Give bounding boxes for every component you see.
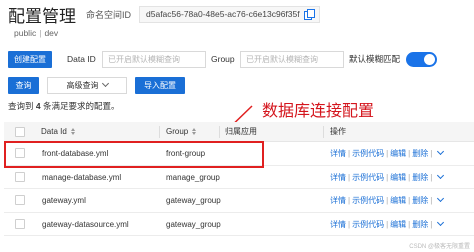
breadcrumb-separator: | — [39, 28, 42, 38]
cell-operations: 详情 | 示例代码 | 编辑 | 删除 | — [330, 213, 445, 236]
copy-icon[interactable] — [303, 9, 315, 20]
sample-code-link[interactable]: 示例代码 — [352, 196, 384, 205]
edit-link[interactable]: 编辑 — [390, 173, 406, 182]
column-header-group[interactable]: Group — [166, 122, 197, 142]
sort-icon[interactable] — [70, 128, 76, 135]
cell-data-id: manage-database.yml — [42, 172, 122, 182]
breadcrumb-item-dev[interactable]: dev — [44, 28, 58, 38]
more-chevron-down-icon[interactable] — [437, 194, 445, 203]
namespace-id: d5afac56-78a0-48e5-ac76-c6e13c96f35f — [146, 8, 300, 19]
column-divider — [159, 126, 160, 138]
chevron-down-icon — [101, 79, 109, 88]
title-bar: 配置管理 命名空间ID d5afac56-78a0-48e5-ac76-c6e1… — [8, 4, 320, 26]
table-header: Data Id Group 归属应用 操作 — [4, 122, 474, 142]
op-separator: | — [408, 196, 411, 205]
more-chevron-down-icon[interactable] — [437, 218, 445, 226]
cell-operations: 详情 | 示例代码 | 编辑 | 删除 | — [330, 189, 445, 212]
more-chevron-down-icon[interactable] — [437, 171, 445, 179]
detail-link[interactable]: 详情 — [330, 196, 346, 205]
table-row: manage-database.yml manage_group 详情 | 示例代码… — [4, 166, 474, 189]
op-separator: | — [408, 219, 411, 229]
create-config-button[interactable]: 创建配置 — [8, 51, 52, 68]
edit-link[interactable]: 编辑 — [390, 149, 406, 158]
sort-icon[interactable] — [192, 128, 197, 135]
annotation-highlight-box — [4, 141, 264, 168]
cell-data-id: gateway.yml — [42, 196, 86, 205]
advanced-query-label: 高级查询 — [66, 81, 99, 90]
cell-group: gateway_group — [166, 219, 221, 229]
column-divider — [323, 126, 324, 138]
result-count: 4 — [35, 101, 41, 111]
group-input[interactable]: 已开启默认模糊查询 — [240, 51, 344, 68]
op-separator: | — [348, 172, 351, 182]
namespace-label: 命名空间ID — [86, 9, 132, 20]
column-header-app: 归属应用 — [225, 127, 257, 136]
op-separator: | — [386, 149, 389, 158]
breadcrumb-item-public[interactable]: public — [14, 28, 36, 38]
detail-link[interactable]: 详情 — [330, 149, 346, 158]
op-separator: | — [386, 219, 389, 229]
select-all-checkbox[interactable] — [15, 127, 25, 137]
fuzzy-match-toggle[interactable] — [406, 52, 437, 67]
watermark: CSDN @极客无限重置 — [409, 244, 470, 250]
import-config-button[interactable]: 导入配置 — [135, 77, 185, 94]
sample-code-link[interactable]: 示例代码 — [352, 220, 384, 229]
column-header-label: Group — [166, 127, 189, 136]
delete-link[interactable]: 删除 — [412, 173, 428, 182]
op-separator: | — [408, 172, 411, 182]
cell-group: gateway_group — [166, 196, 221, 205]
column-divider — [219, 126, 220, 138]
advanced-query-dropdown[interactable]: 高级查询 — [47, 77, 127, 94]
delete-link[interactable]: 删除 — [412, 149, 428, 158]
column-header-label: Data Id — [41, 127, 67, 136]
detail-link[interactable]: 详情 — [330, 173, 346, 182]
op-separator: | — [348, 196, 351, 205]
column-header-data-id[interactable]: Data Id — [41, 122, 76, 142]
namespace-id-box: d5afac56-78a0-48e5-ac76-c6e13c96f35f — [139, 5, 320, 23]
action-bar: 查询 高级查询 导入配置 — [8, 77, 308, 94]
cell-operations: 详情 | 示例代码 | 编辑 | 删除 | — [330, 166, 445, 189]
config-table: Data Id Group 归属应用 操作 front-database.yml… — [4, 122, 474, 236]
result-suffix: 条满足要求的配置。 — [43, 101, 120, 111]
sample-code-link[interactable]: 示例代码 — [352, 149, 384, 158]
op-separator: | — [348, 219, 351, 229]
row-checkbox[interactable] — [15, 171, 25, 182]
op-separator: | — [430, 219, 433, 229]
breadcrumb: public | dev — [14, 28, 58, 38]
detail-link[interactable]: 详情 — [330, 220, 346, 229]
more-chevron-down-icon[interactable] — [437, 147, 445, 156]
edit-link[interactable]: 编辑 — [390, 220, 406, 229]
annotation-callout: 数据库连接配置 — [262, 103, 375, 120]
filter-bar: 创建配置 Data ID 已开启默认模糊查询 Group 已开启默认模糊查询 默… — [8, 51, 474, 69]
column-header-operations: 操作 — [330, 127, 346, 136]
delete-link[interactable]: 删除 — [412, 220, 428, 229]
sample-code-link[interactable]: 示例代码 — [352, 173, 384, 182]
cell-operations: 详情 | 示例代码 | 编辑 | 删除 | — [330, 142, 445, 165]
row-checkbox[interactable] — [15, 195, 25, 205]
op-separator: | — [430, 149, 433, 158]
page-title: 配置管理 — [8, 6, 76, 26]
fuzzy-match-label: 默认模糊匹配 — [349, 54, 401, 64]
cell-data-id: gateway-datasource.yml — [42, 219, 129, 229]
row-checkbox[interactable] — [15, 218, 25, 229]
op-separator: | — [386, 172, 389, 182]
op-separator: | — [348, 149, 351, 158]
edit-link[interactable]: 编辑 — [390, 196, 406, 205]
group-label: Group — [211, 54, 235, 64]
data-id-label: Data ID — [67, 54, 96, 64]
cell-group: manage_group — [166, 172, 220, 182]
op-separator: | — [430, 196, 433, 205]
op-separator: | — [430, 172, 433, 182]
result-summary: 查询到 4 条满足要求的配置。 — [8, 100, 120, 112]
op-separator: | — [408, 149, 411, 158]
table-row: gateway.yml gateway_group 详情 | 示例代码 | 编辑 | 删除 | — [4, 189, 474, 213]
data-id-input[interactable]: 已开启默认模糊查询 — [102, 51, 206, 68]
result-prefix: 查询到 — [8, 101, 34, 111]
query-button[interactable]: 查询 — [8, 77, 39, 94]
delete-link[interactable]: 删除 — [412, 196, 428, 205]
op-separator: | — [386, 196, 389, 205]
table-row: gateway-datasource.yml gateway_group 详情 |… — [4, 213, 474, 236]
